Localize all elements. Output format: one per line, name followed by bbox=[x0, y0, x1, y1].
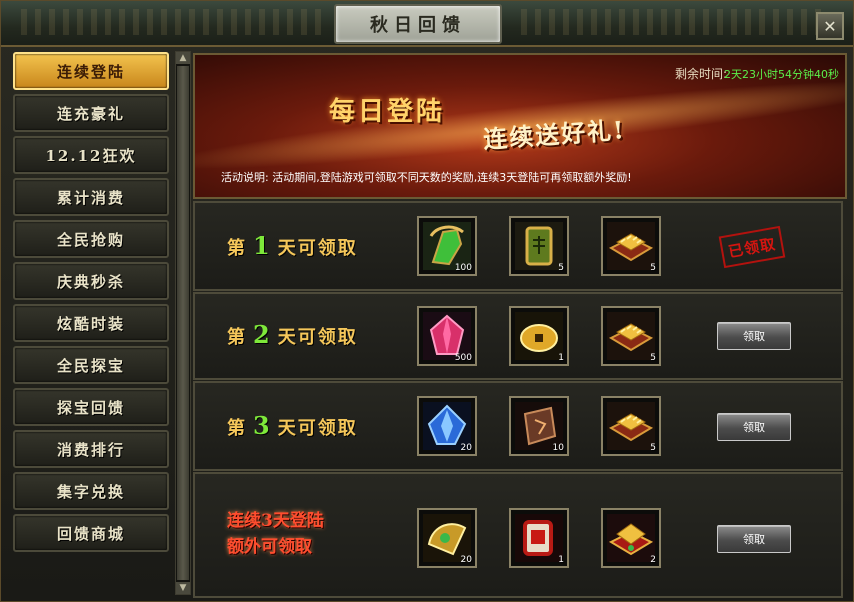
reward-slot[interactable]: 5 bbox=[601, 396, 661, 456]
gold-chest-icon bbox=[607, 402, 655, 450]
sidebar: 连续登陆 连充豪礼 12.12狂欢 累计消费 全民抢购 庆典秒杀 炫酷时装 全民… bbox=[7, 49, 171, 597]
reward-count: 500 bbox=[454, 353, 472, 363]
sidebar-item-label: 炫酷时装 bbox=[56, 314, 125, 333]
sidebar-item-label: 12.12狂欢 bbox=[45, 146, 137, 165]
sidebar-item-continuous-login[interactable]: 连续登陆 bbox=[13, 52, 169, 90]
jade-token-icon bbox=[515, 222, 563, 270]
countdown-value: 2天23小时54分钟40秒 bbox=[724, 68, 839, 81]
day-label: 第 2 天可领取 bbox=[227, 320, 358, 349]
close-icon: ✕ bbox=[823, 16, 837, 36]
event-banner: 剩余时间: 2天23小时54分钟40秒 每日登陆 连续送好礼! 活动说明: 活动… bbox=[193, 53, 847, 199]
day-suffix: 天可领取 bbox=[277, 238, 358, 259]
sidebar-item-treasure-rebate[interactable]: 探宝回馈 bbox=[13, 388, 169, 426]
reward-count: 1 bbox=[558, 555, 564, 565]
sidebar-item-fashion[interactable]: 炫酷时装 bbox=[13, 304, 169, 342]
day-suffix: 天可领取 bbox=[277, 327, 358, 348]
reward-slot[interactable]: 5 bbox=[601, 306, 661, 366]
event-window: 秋日回馈 ✕ 连续登陆 连充豪礼 12.12狂欢 累计消费 全民抢购 庆典秒杀 … bbox=[0, 0, 854, 602]
claim-button-day-3[interactable]: 领取 bbox=[717, 413, 791, 441]
scroll-thumb[interactable] bbox=[177, 66, 189, 580]
day-label: 第 3 天可领取 bbox=[227, 411, 358, 440]
sidebar-item-label: 庆典秒杀 bbox=[56, 272, 125, 291]
sidebar-item-1212-carnival[interactable]: 12.12狂欢 bbox=[13, 136, 169, 174]
claim-button-bonus[interactable]: 领取 bbox=[717, 525, 791, 553]
sidebar-item-word-exchange[interactable]: 集字兑换 bbox=[13, 472, 169, 510]
reward-count: 100 bbox=[454, 263, 472, 273]
reward-slot[interactable]: 1 bbox=[509, 508, 569, 568]
reward-slot[interactable]: 100 bbox=[417, 216, 477, 276]
reward-count: 10 bbox=[552, 443, 564, 453]
sidebar-item-spending-rank[interactable]: 消费排行 bbox=[13, 430, 169, 468]
sidebar-item-label: 连续登陆 bbox=[56, 62, 125, 81]
reward-row-day-2: 第 2 天可领取 500 1 5 领取 bbox=[193, 292, 843, 380]
sidebar-item-total-spending[interactable]: 累计消费 bbox=[13, 178, 169, 216]
day-number: 2 bbox=[253, 320, 272, 349]
gold-coin-icon bbox=[515, 312, 563, 360]
day-prefix: 第 bbox=[227, 418, 247, 439]
reward-slot[interactable]: 5 bbox=[509, 216, 569, 276]
window-title: 秋日回馈 bbox=[370, 15, 466, 36]
reward-count: 5 bbox=[650, 353, 656, 363]
gold-chest-icon bbox=[607, 312, 655, 360]
title-ornament-left bbox=[21, 9, 321, 35]
day-number: 1 bbox=[253, 231, 272, 260]
reward-row-day-1: 第 1 天可领取 100 5 5 已领取 bbox=[193, 201, 843, 291]
gold-chest-icon bbox=[607, 222, 655, 270]
sidebar-item-label: 消费排行 bbox=[56, 440, 125, 459]
day-prefix: 第 bbox=[227, 238, 247, 259]
title-plate: 秋日回馈 bbox=[334, 4, 502, 44]
reward-slot[interactable]: 10 bbox=[509, 396, 569, 456]
reward-row-day-3: 第 3 天可领取 20 10 5 领取 bbox=[193, 381, 843, 471]
claim-button-day-2[interactable]: 领取 bbox=[717, 322, 791, 350]
sidebar-item-treasure-hunt[interactable]: 全民探宝 bbox=[13, 346, 169, 384]
sidebar-item-label: 连充豪礼 bbox=[56, 104, 125, 123]
sidebar-item-label: 探宝回馈 bbox=[56, 398, 125, 417]
reward-count: 20 bbox=[460, 555, 472, 565]
reward-count: 5 bbox=[558, 263, 564, 273]
reward-slot[interactable]: 20 bbox=[417, 508, 477, 568]
day-label: 第 1 天可领取 bbox=[227, 231, 358, 260]
countdown-label: 剩余时间: bbox=[674, 67, 727, 81]
reward-slot[interactable]: 20 bbox=[417, 396, 477, 456]
reward-slot[interactable]: 500 bbox=[417, 306, 477, 366]
banner-title-daily-login: 每日登陆 bbox=[329, 97, 446, 127]
red-scroll-icon bbox=[515, 514, 563, 562]
reward-slot[interactable]: 1 bbox=[509, 306, 569, 366]
claimed-stamp: 已领取 bbox=[718, 225, 786, 269]
sidebar-item-label: 累计消费 bbox=[56, 188, 125, 207]
reward-count: 5 bbox=[650, 263, 656, 273]
sidebar-item-label: 集字兑换 bbox=[56, 482, 125, 501]
sidebar-item-seckill[interactable]: 庆典秒杀 bbox=[13, 262, 169, 300]
reward-count: 20 bbox=[460, 443, 472, 453]
sidebar-item-label: 全民抢购 bbox=[56, 230, 125, 249]
red-gold-chest-icon bbox=[607, 514, 655, 562]
bonus-label: 连续3天登陆 额外可领取 bbox=[227, 508, 324, 560]
sidebar-item-rebate-shop[interactable]: 回馈商城 bbox=[13, 514, 169, 552]
sidebar-item-flash-buy[interactable]: 全民抢购 bbox=[13, 220, 169, 258]
reward-row-bonus: 连续3天登陆 额外可领取 20 1 2 领取 bbox=[193, 472, 843, 598]
day-suffix: 天可领取 bbox=[277, 418, 358, 439]
sidebar-item-recharge-gift[interactable]: 连充豪礼 bbox=[13, 94, 169, 132]
reward-slot[interactable]: 2 bbox=[601, 508, 661, 568]
scrollbar[interactable]: ▲ ▼ bbox=[175, 51, 191, 595]
close-button[interactable]: ✕ bbox=[816, 12, 844, 40]
day-prefix: 第 bbox=[227, 327, 247, 348]
reward-slot[interactable]: 5 bbox=[601, 216, 661, 276]
sidebar-item-label: 全民探宝 bbox=[56, 356, 125, 375]
sidebar-item-label: 回馈商城 bbox=[56, 524, 125, 543]
reward-count: 5 bbox=[650, 443, 656, 453]
scroll-up-icon[interactable]: ▲ bbox=[176, 52, 190, 64]
bonus-label-line-1: 连续3天登陆 bbox=[227, 511, 324, 531]
reward-count: 2 bbox=[650, 555, 656, 565]
bonus-label-line-2: 额外可领取 bbox=[227, 537, 312, 557]
event-description: 活动说明: 活动期间,登陆游戏可领取不同天数的奖励,连续3天登陆可再领取额外奖励… bbox=[221, 171, 632, 184]
scroll-down-icon[interactable]: ▼ bbox=[176, 582, 190, 594]
title-ornament-right bbox=[521, 9, 821, 35]
title-bar: 秋日回馈 ✕ bbox=[1, 1, 853, 47]
day-number: 3 bbox=[253, 411, 272, 440]
reward-count: 1 bbox=[558, 353, 564, 363]
